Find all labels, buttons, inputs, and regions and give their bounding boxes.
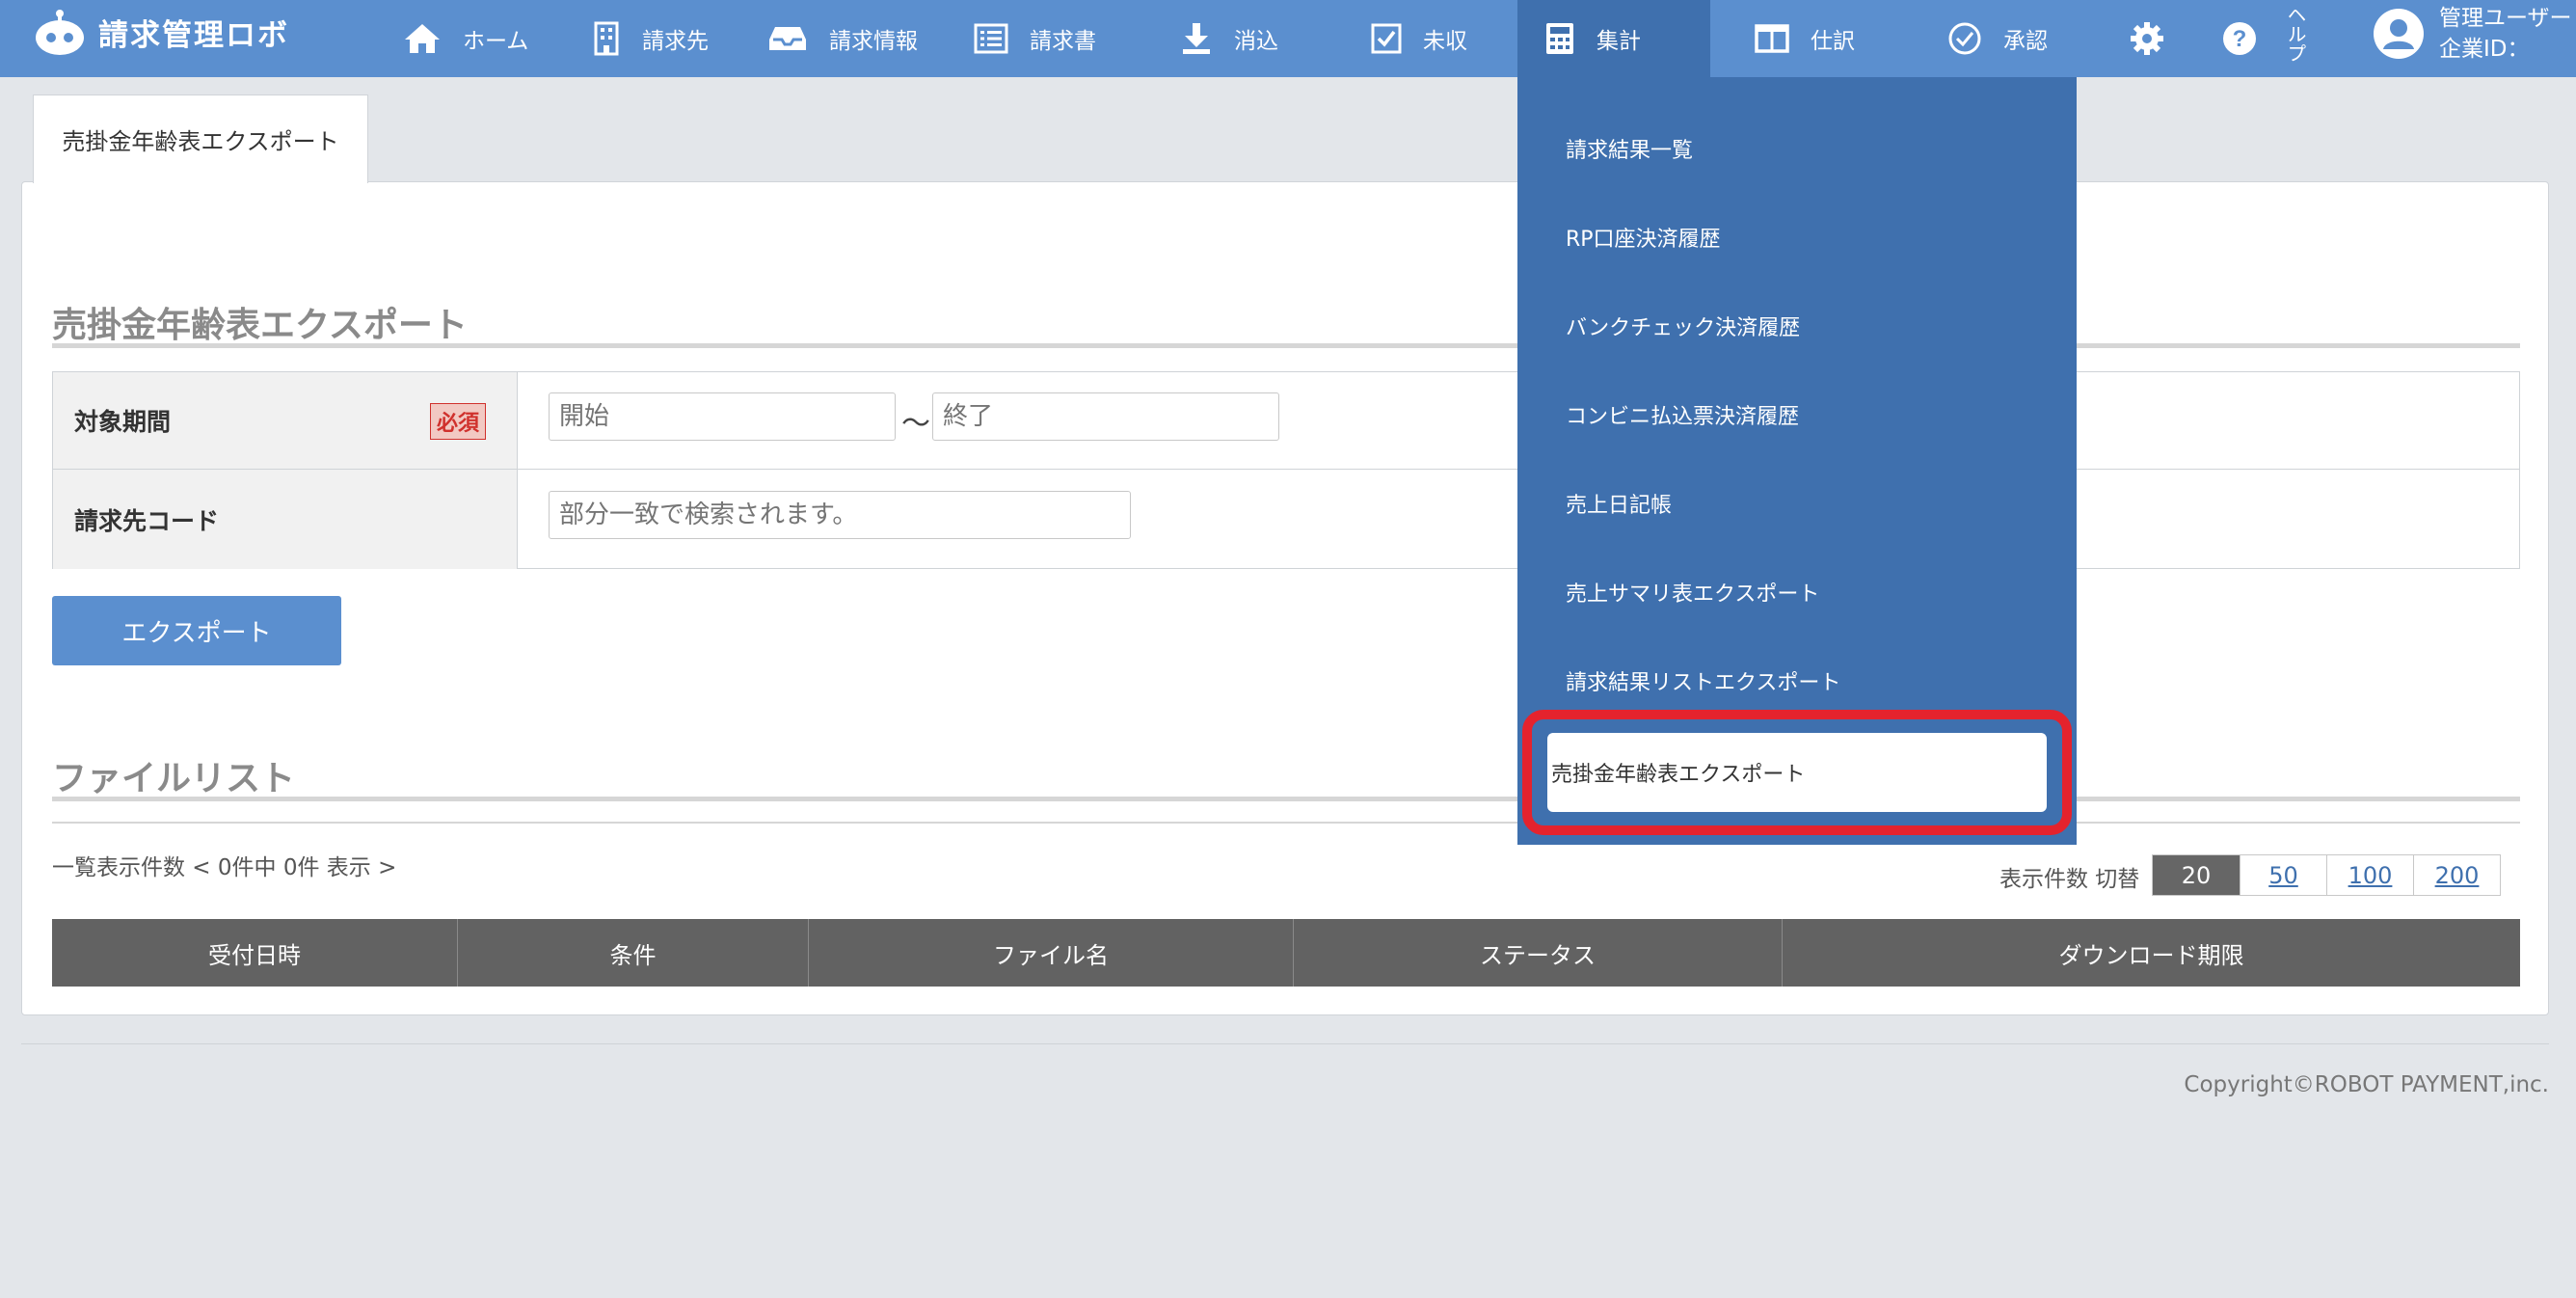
required-badge: 必須 xyxy=(429,403,486,440)
nav-uncollected[interactable]: 未収 xyxy=(1344,0,1467,77)
section-divider xyxy=(52,343,2520,348)
avatar-icon xyxy=(2374,9,2424,59)
app-logo[interactable]: 請求管理ロボ xyxy=(33,0,289,64)
building-icon xyxy=(594,21,619,56)
menu-item-billing-result-list-export[interactable]: 請求結果リストエクスポート xyxy=(1566,665,1840,696)
settings-button[interactable] xyxy=(2102,0,2165,77)
question-circle-icon: ? xyxy=(2223,22,2256,55)
form-row-period: 対象期間 必須 〜 xyxy=(53,372,2519,470)
section-title: 売掛金年齢表エクスポート xyxy=(52,306,468,345)
list-icon xyxy=(974,23,1008,54)
period-label: 対象期間 必須 xyxy=(53,372,518,469)
nav-label: 未収 xyxy=(1423,29,1467,54)
col-condition[interactable]: 条件 xyxy=(458,919,809,987)
nav-label: ホーム xyxy=(463,29,529,54)
nav-label: 承認 xyxy=(2003,29,2048,54)
menu-item-convenience-history[interactable]: コンビニ払込票決済履歴 xyxy=(1566,399,1799,430)
checkbox-icon xyxy=(1371,23,1402,54)
period-end-input[interactable] xyxy=(932,392,1279,441)
company-id: 企業ID： xyxy=(2439,37,2530,62)
page-size-200[interactable]: 200 xyxy=(2413,855,2500,895)
file-list-subdivider xyxy=(52,822,2520,824)
check-circle-icon xyxy=(1948,22,1981,55)
nav-label: 請求情報 xyxy=(829,29,918,54)
nav-billing-destination[interactable]: 請求先 xyxy=(565,0,709,77)
period-start-input[interactable] xyxy=(549,392,896,441)
page-size-20[interactable]: 20 xyxy=(2153,855,2240,895)
code-label: 請求先コード xyxy=(53,470,518,569)
menu-item-rp-account-history[interactable]: RP口座決済履歴 xyxy=(1566,222,1721,253)
inbox-icon xyxy=(769,27,806,50)
footer-divider xyxy=(21,1043,2549,1044)
highlight-frame: 売掛金年齢表エクスポート xyxy=(1522,710,2072,835)
nav-label: 集計 xyxy=(1597,29,1641,54)
top-nav-bar: 請求管理ロボ ホーム 請求先 請求情報 請求書 消込 未収 集計 仕訳 承認 ? xyxy=(0,0,2576,77)
aggregate-dropdown-menu: 請求結果一覧 RP口座決済履歴 バンクチェック決済履歴 コンビニ払込票決済履歴 … xyxy=(1517,77,2077,845)
page-size-switcher: 20 50 100 200 xyxy=(2152,854,2501,896)
home-icon xyxy=(405,24,440,53)
list-count-info: 一覧表示件数 < 0件中 0件 表示 > xyxy=(52,855,397,880)
export-button[interactable]: エクスポート xyxy=(52,596,341,665)
menu-item-sales-journal[interactable]: 売上日記帳 xyxy=(1566,488,1672,519)
menu-item-sales-summary-export[interactable]: 売上サマリ表エクスポート xyxy=(1566,577,1819,608)
robot-logo-icon xyxy=(36,10,84,55)
nav-label: 消込 xyxy=(1234,29,1278,54)
period-separator: 〜 xyxy=(901,407,930,441)
col-status[interactable]: ステータス xyxy=(1294,919,1783,987)
billing-code-input[interactable] xyxy=(549,491,1131,539)
help-label[interactable]: ヘルプ xyxy=(2277,0,2307,68)
user-menu[interactable]: 管理ユーザー 企業ID： xyxy=(2372,0,2572,68)
nav-reconcile[interactable]: 消込 xyxy=(1153,0,1278,77)
nav-label: 仕訳 xyxy=(1811,29,1855,54)
download-icon xyxy=(1183,23,1210,54)
code-label-text: 請求先コード xyxy=(74,506,220,535)
page-size-100[interactable]: 100 xyxy=(2326,855,2413,895)
help-button[interactable]: ? xyxy=(2194,0,2258,77)
app-name: 請求管理ロボ xyxy=(98,17,289,53)
menu-item-aging-export[interactable]: 売掛金年齢表エクスポート xyxy=(1547,733,2047,812)
col-file-name[interactable]: ファイル名 xyxy=(809,919,1294,987)
nav-invoice[interactable]: 請求書 xyxy=(947,0,1096,77)
user-name: 管理ユーザー xyxy=(2439,6,2572,31)
pager-label: 表示件数 切替 xyxy=(1999,867,2140,892)
svg-text:?: ? xyxy=(2233,26,2247,52)
period-label-text: 対象期間 xyxy=(74,408,172,436)
nav-approval[interactable]: 承認 xyxy=(1920,0,2048,77)
page-size-50[interactable]: 50 xyxy=(2240,855,2326,895)
nav-home[interactable]: ホーム xyxy=(376,0,528,77)
nav-journal[interactable]: 仕訳 xyxy=(1728,0,1855,77)
copyright: Copyright©ROBOT PAYMENT,inc. xyxy=(2184,1072,2549,1097)
export-form: 対象期間 必須 〜 請求先コード xyxy=(52,371,2520,569)
menu-item-bank-check-history[interactable]: バンクチェック決済履歴 xyxy=(1566,311,1800,341)
form-row-code: 請求先コード xyxy=(53,470,2519,569)
nav-billing-info[interactable]: 請求情報 xyxy=(740,0,918,77)
file-list-divider xyxy=(52,797,2520,801)
menu-item-label: 売掛金年齢表エクスポート xyxy=(1551,763,1806,787)
calculator-icon xyxy=(1546,23,1573,54)
menu-item-billing-results[interactable]: 請求結果一覧 xyxy=(1566,133,1693,164)
columns-icon xyxy=(1755,24,1789,53)
col-received-at[interactable]: 受付日時 xyxy=(52,919,458,987)
file-table-header: 受付日時 条件 ファイル名 ステータス ダウンロード期限 xyxy=(52,919,2520,987)
col-download-deadline[interactable]: ダウンロード期限 xyxy=(1783,919,2520,987)
nav-label: 請求先 xyxy=(642,29,709,54)
file-list-title: ファイルリスト xyxy=(52,759,296,798)
nav-label: 請求書 xyxy=(1030,29,1096,54)
nav-aggregate[interactable]: 集計 xyxy=(1517,0,1710,77)
tab-aging-export[interactable]: 売掛金年齢表エクスポート xyxy=(33,95,368,183)
gear-icon xyxy=(2131,22,2163,55)
